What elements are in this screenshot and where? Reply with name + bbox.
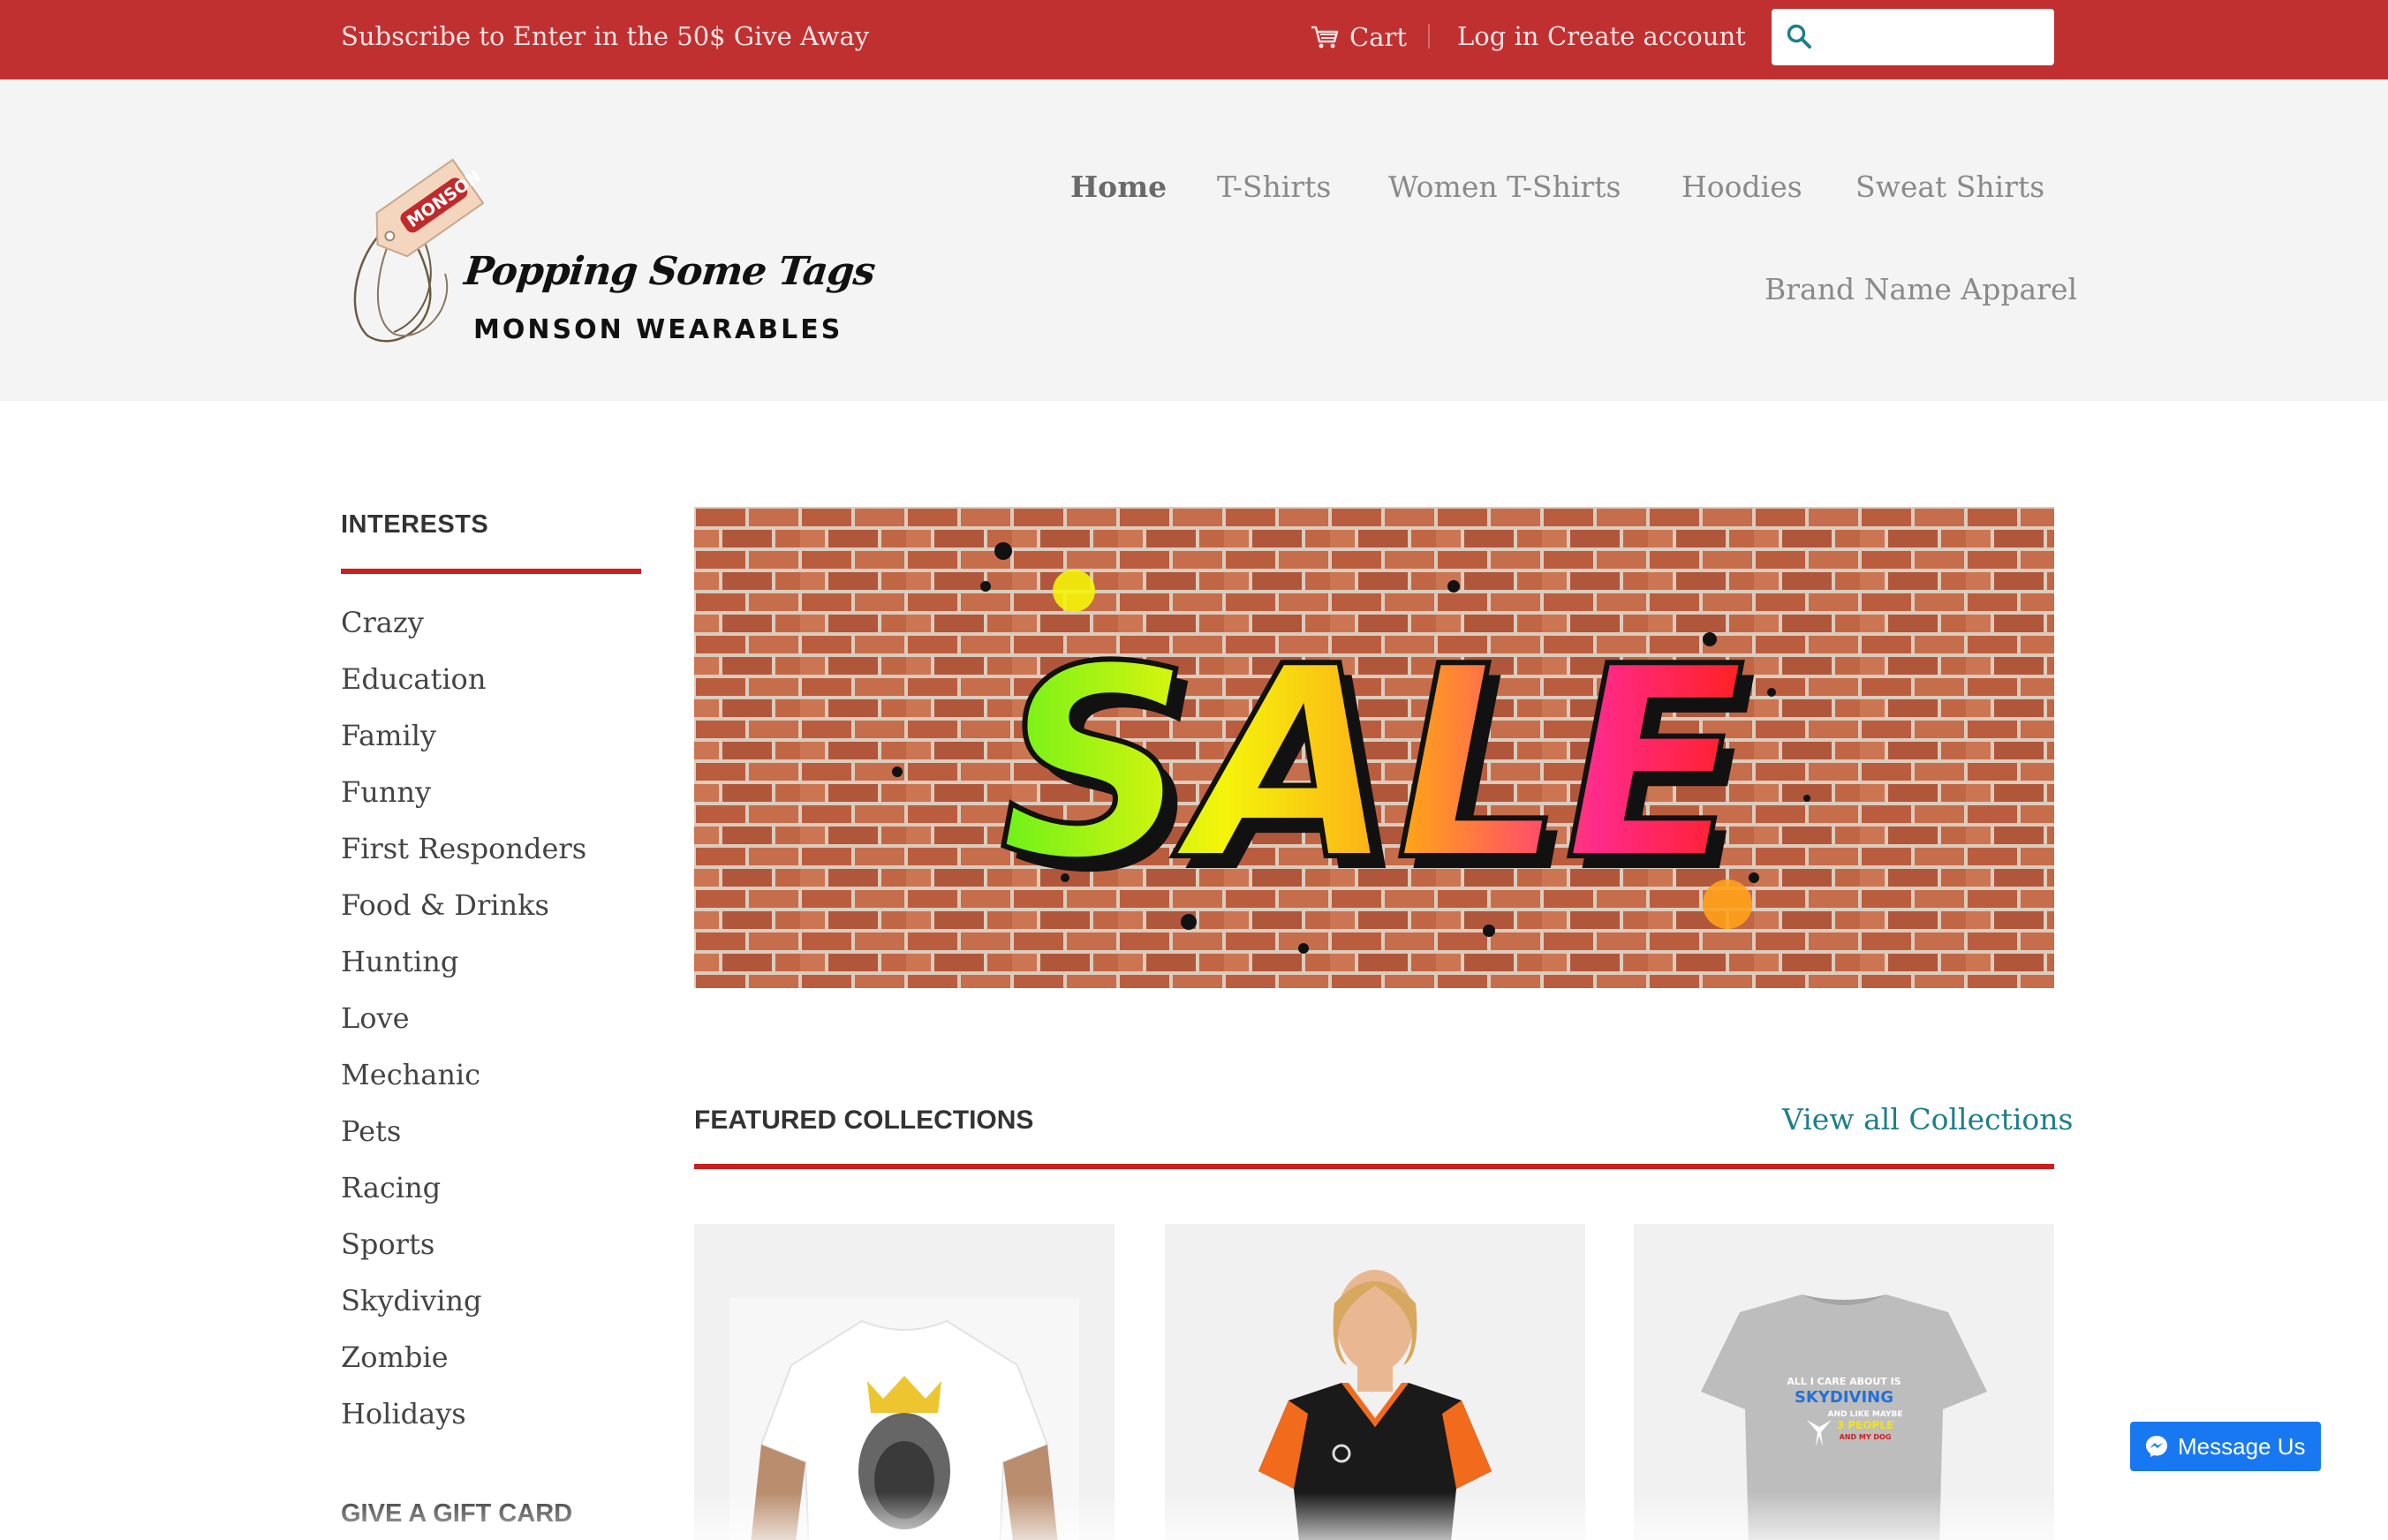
top-bar: Subscribe to Enter in the 50$ Give Away … bbox=[0, 0, 2388, 79]
women-orange-shirt-image bbox=[1258, 1270, 1492, 1540]
sidebar-item-zombie[interactable]: Zombie bbox=[341, 1340, 586, 1397]
sale-banner[interactable]: SALE SALE bbox=[694, 507, 2054, 988]
logo-subtitle: MONSON WEARABLES bbox=[473, 314, 843, 345]
shirt-text-line: ALL I CARE ABOUT IS bbox=[1787, 1376, 1901, 1387]
nav-tshirts[interactable]: T-Shirts bbox=[1217, 170, 1331, 204]
sidebar-item-sports[interactable]: Sports bbox=[341, 1227, 586, 1284]
search-input[interactable] bbox=[1825, 18, 2045, 57]
sidebar-item-education[interactable]: Education bbox=[341, 662, 586, 719]
shirt-text-line: 3 PEOPLE bbox=[1837, 1419, 1893, 1431]
shirt-text-line: SKYDIVING bbox=[1795, 1388, 1893, 1407]
featured-collections-title: FEATURED COLLECTIONS bbox=[694, 1106, 1034, 1135]
collection-card[interactable] bbox=[1165, 1224, 1585, 1540]
nav-hoodies[interactable]: Hoodies bbox=[1681, 170, 1802, 204]
sidebar-item-racing[interactable]: Racing bbox=[341, 1171, 586, 1227]
svg-text:SALE: SALE bbox=[1000, 610, 1745, 918]
sidebar-item-love[interactable]: Love bbox=[341, 1001, 586, 1058]
topbar-divider bbox=[1428, 24, 1430, 49]
white-tshirt-lion-image bbox=[729, 1298, 1079, 1540]
messenger-icon bbox=[2146, 1436, 2167, 1457]
message-us-button[interactable]: Message Us bbox=[2130, 1422, 2321, 1471]
sidebar-item-skydiving[interactable]: Skydiving bbox=[341, 1284, 586, 1340]
sidebar-item-mechanic[interactable]: Mechanic bbox=[341, 1058, 586, 1114]
nav-sweat-shirts[interactable]: Sweat Shirts bbox=[1855, 170, 2044, 204]
search-icon[interactable] bbox=[1786, 23, 1812, 49]
sidebar-item-funny[interactable]: Funny bbox=[341, 775, 586, 832]
cart-label: Cart bbox=[1349, 22, 1407, 52]
sale-banner-image: SALE SALE bbox=[694, 507, 2054, 988]
search-box bbox=[1772, 9, 2054, 65]
nav-women-tshirts[interactable]: Women T-Shirts bbox=[1388, 170, 1621, 204]
sidebar-title: INTERESTS bbox=[341, 510, 489, 539]
cart-link[interactable]: Cart bbox=[1311, 19, 1407, 55]
cart-icon bbox=[1311, 26, 1339, 49]
featured-rule bbox=[694, 1164, 2054, 1169]
gift-card-title: GIVE A GIFT CARD bbox=[341, 1499, 573, 1528]
login-link[interactable]: Log in bbox=[1457, 21, 1538, 51]
message-us-label: Message Us bbox=[2178, 1432, 2306, 1460]
create-account-link[interactable]: Create account bbox=[1547, 21, 1746, 51]
promo-link[interactable]: Subscribe to Enter in the 50$ Give Away bbox=[341, 21, 869, 51]
shirt-text-line: AND LIKE MAYBE bbox=[1827, 1410, 1902, 1419]
logo-title: Popping Some Tags bbox=[462, 249, 877, 294]
sidebar-item-family[interactable]: Family bbox=[341, 719, 586, 775]
sidebar-item-first-responders[interactable]: First Responders bbox=[341, 832, 586, 888]
sidebar-item-holidays[interactable]: Holidays bbox=[341, 1397, 586, 1453]
sidebar-item-food-drinks[interactable]: Food & Drinks bbox=[341, 888, 586, 945]
sidebar-item-crazy[interactable]: Crazy bbox=[341, 606, 586, 662]
sidebar-rule bbox=[341, 569, 641, 574]
nav-brand-name-apparel[interactable]: Brand Name Apparel bbox=[1765, 272, 2077, 306]
site-logo[interactable]: MONSON Popping Some Tags MONSON WEARABLE… bbox=[341, 132, 877, 353]
collection-card[interactable] bbox=[694, 1224, 1115, 1540]
grey-skydiving-shirt-image: ALL I CARE ABOUT IS SKYDIVING AND LIKE M… bbox=[1701, 1295, 1987, 1540]
sidebar-item-hunting[interactable]: Hunting bbox=[341, 945, 586, 1001]
sidebar-item-pets[interactable]: Pets bbox=[341, 1114, 586, 1171]
shirt-text-line: AND MY DOG bbox=[1840, 1433, 1892, 1441]
view-all-collections-link[interactable]: View all Collections bbox=[1782, 1102, 2073, 1136]
nav-home[interactable]: Home bbox=[1070, 170, 1167, 204]
collection-card[interactable]: ALL I CARE ABOUT IS SKYDIVING AND LIKE M… bbox=[1634, 1224, 2054, 1540]
interests-list: Crazy Education Family Funny First Respo… bbox=[341, 606, 586, 1453]
